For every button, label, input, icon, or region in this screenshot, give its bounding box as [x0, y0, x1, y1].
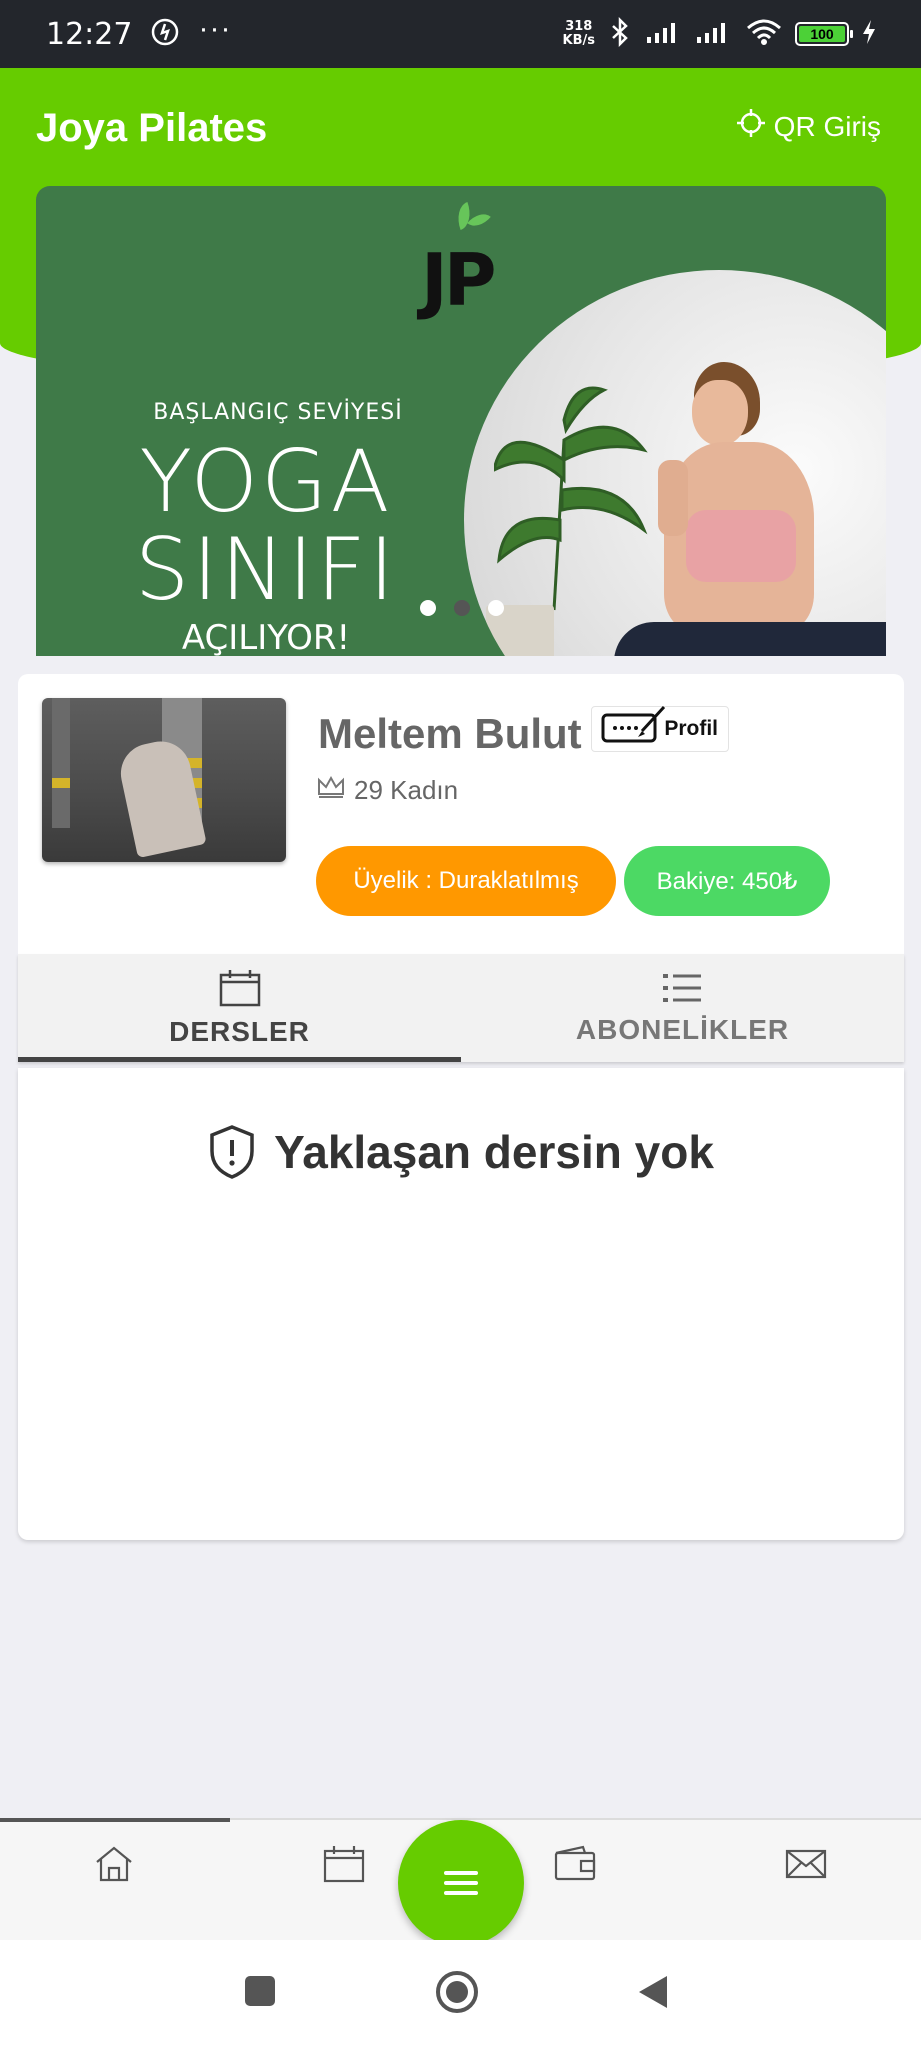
leaf-icon-2 [467, 207, 491, 233]
banner-headline-1: YOGA [139, 432, 393, 532]
status-more: ··· [198, 12, 232, 45]
calendar-icon [219, 970, 260, 1007]
carousel-dot-2[interactable] [454, 600, 470, 616]
mail-icon [785, 1849, 827, 1879]
profile-button-label: Profil [664, 717, 718, 740]
photo-detail [686, 510, 796, 582]
empty-state-text: Yaklaşan dersin yok [274, 1126, 714, 1178]
net-speed-value: 318 [565, 19, 593, 34]
banner-subtitle: BAŞLANGIÇ SEVİYESİ [153, 400, 403, 425]
profile-name: Meltem Bulut [318, 710, 582, 757]
photo-detail [692, 380, 748, 446]
square-icon [245, 1976, 275, 2006]
balance-badge[interactable]: Bakiye: 450₺ [624, 846, 830, 916]
status-left: 12:27 ··· [46, 12, 231, 52]
profile-photo [42, 698, 286, 862]
charging-icon [861, 19, 877, 50]
shield-alert-icon [210, 1125, 254, 1179]
carousel-dots [420, 600, 504, 616]
sim-icon [150, 17, 180, 52]
tab-bar: DERSLER ABONELİKLER [18, 954, 904, 1062]
photo-detail [52, 778, 70, 788]
battery-level: 100 [799, 26, 845, 42]
signal-icon-2 [695, 19, 733, 50]
lessons-panel: Yaklaşan dersin yok [18, 1068, 904, 1540]
nav-active-indicator [0, 1818, 230, 1822]
home-icon [96, 1846, 132, 1882]
profile-meta-text: 29 Kadın [354, 775, 459, 805]
status-right: 318 KB/s 100 [563, 16, 877, 52]
banner-logo: JP [421, 238, 497, 322]
nav-home[interactable] [84, 1834, 144, 1894]
qr-login-button[interactable]: QR Giriş [736, 108, 881, 145]
nav-messages[interactable] [776, 1834, 836, 1894]
nav-calendar[interactable] [314, 1834, 374, 1894]
crown-icon [316, 774, 346, 807]
profile-card: Meltem Bulut Profil 29 Kadın Üyelik : Du… [18, 674, 904, 954]
back-triangle-icon [639, 1976, 667, 2008]
photo-detail [658, 460, 688, 536]
battery-icon: 100 [795, 22, 853, 46]
tab-dersler-label: DERSLER [169, 1016, 310, 1047]
wifi-icon [745, 18, 783, 51]
wallet-icon [554, 1845, 596, 1881]
crosshair-icon [736, 108, 766, 145]
circle-icon [436, 1971, 478, 2013]
net-speed: 318 KB/s [563, 20, 595, 48]
plant-image [494, 386, 648, 611]
banner-headline-3: AÇILIYOR! [181, 618, 351, 656]
calendar-icon [323, 1846, 365, 1883]
app-title: Joya Pilates [36, 106, 268, 150]
banner-carousel[interactable]: JP BAŞLANGIÇ SEVİYESİ YOGA SINIFI AÇILIY… [36, 186, 886, 656]
list-icon [662, 974, 701, 1002]
back-button[interactable] [636, 1974, 670, 2015]
tab-abonelikler[interactable]: ABONELİKLER [461, 954, 904, 1062]
system-nav-bar [0, 1940, 921, 2048]
status-time: 12:27 [46, 16, 133, 52]
status-bar: 12:27 ··· 318 KB/s 100 [0, 0, 921, 68]
menu-fab-button[interactable] [398, 1820, 524, 1946]
recent-apps-button[interactable] [244, 1974, 276, 2013]
tab-abonelikler-label: ABONELİKLER [575, 1014, 790, 1045]
empty-state: Yaklaşan dersin yok [18, 1124, 904, 1180]
banner-headline-2: SINIFI [134, 520, 398, 620]
home-system-button[interactable] [435, 1970, 479, 2019]
profile-button[interactable]: Profil [591, 705, 729, 752]
edit-card-icon [601, 705, 666, 743]
banner-photo [464, 270, 886, 656]
signal-icon [645, 19, 683, 50]
qr-login-label: QR Giriş [773, 110, 881, 142]
profile-meta: 29 Kadın [316, 774, 458, 807]
carousel-dot-3[interactable] [488, 600, 504, 616]
nav-wallet[interactable] [545, 1834, 605, 1894]
net-speed-unit: KB/s [562, 33, 595, 48]
tab-dersler[interactable]: DERSLER [18, 954, 461, 1062]
menu-icon [444, 1871, 478, 1895]
membership-status-badge[interactable]: Üyelik : Duraklatılmış [316, 846, 616, 916]
photo-detail [614, 622, 886, 656]
photo-detail [52, 698, 70, 828]
carousel-dot-1[interactable] [420, 600, 436, 616]
bluetooth-icon [607, 16, 633, 52]
